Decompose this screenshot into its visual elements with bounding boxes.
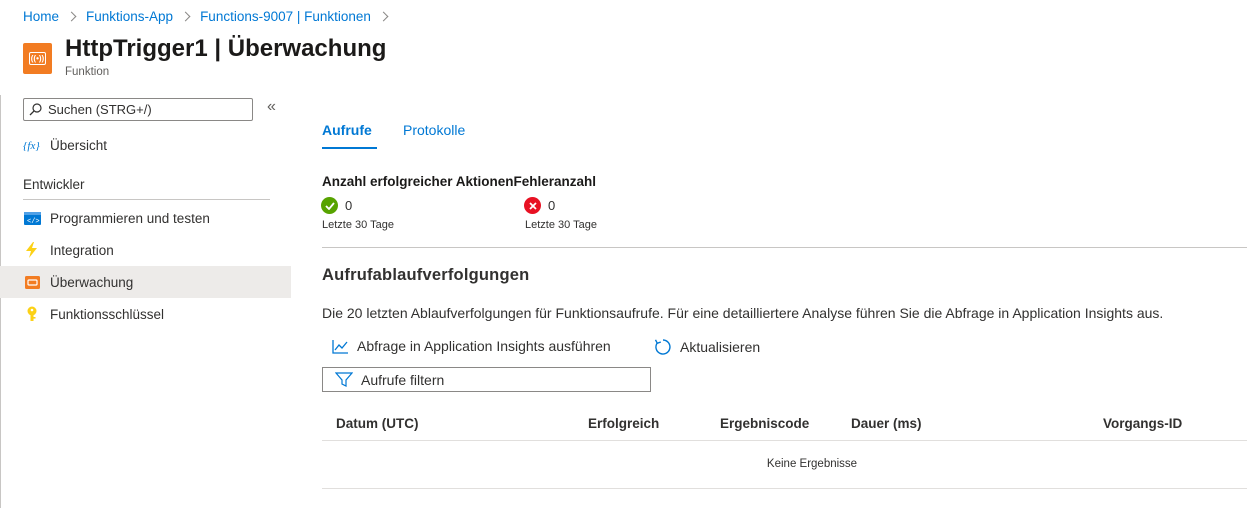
sidebar-section-developer: Entwickler bbox=[23, 177, 85, 192]
traces-title: Aufrufablaufverfolgungen bbox=[322, 266, 530, 284]
sidebar-search-input[interactable] bbox=[48, 102, 238, 117]
breadcrumb: Home Funktions-App Functions-9007 | Funk… bbox=[23, 9, 398, 24]
error-count-value: 0 bbox=[548, 198, 556, 213]
svg-text:{fx}: {fx} bbox=[23, 140, 40, 152]
run-query-button[interactable]: Abfrage in Application Insights ausführe… bbox=[332, 338, 611, 354]
success-count: 0 bbox=[321, 197, 352, 214]
error-count: 0 bbox=[524, 197, 555, 214]
column-header-success[interactable]: Erfolgreich bbox=[588, 416, 659, 431]
error-x-icon bbox=[524, 197, 541, 214]
sidebar-item-code-test[interactable]: </> Programmieren und testen bbox=[0, 202, 291, 234]
sidebar-item-overview[interactable]: {fx} Übersicht bbox=[0, 129, 291, 161]
page-title-function: HttpTrigger1 bbox=[65, 35, 208, 62]
sidebar-item-label: Übersicht bbox=[50, 137, 108, 153]
column-header-duration[interactable]: Dauer (ms) bbox=[851, 416, 922, 431]
table-header-divider bbox=[322, 440, 1247, 441]
page-title-blade: | Überwachung bbox=[207, 35, 387, 62]
tab-invocations[interactable]: Aufrufe bbox=[322, 122, 372, 138]
chart-line-icon bbox=[332, 339, 348, 354]
monitor-icon bbox=[23, 273, 41, 291]
refresh-icon bbox=[654, 339, 671, 355]
sidebar-item-label: Überwachung bbox=[50, 274, 134, 290]
refresh-label: Aktualisieren bbox=[680, 339, 761, 355]
filter-invocations-input[interactable] bbox=[361, 371, 641, 388]
sidebar-item-function-keys[interactable]: Funktionsschlüssel bbox=[0, 298, 291, 330]
sidebar-item-label: Funktionsschlüssel bbox=[50, 306, 165, 322]
filter-invocations[interactable] bbox=[322, 367, 651, 392]
key-icon bbox=[23, 305, 41, 323]
stats-divider bbox=[322, 247, 1247, 248]
collapse-sidebar-button[interactable]: « bbox=[267, 98, 276, 116]
breadcrumb-functions[interactable]: Functions-9007 | Funktionen bbox=[200, 9, 371, 24]
stats-header: Anzahl erfolgreicher AktionenFehleranzah… bbox=[322, 174, 597, 189]
lightning-icon bbox=[23, 241, 41, 259]
sidebar-divider bbox=[23, 199, 270, 200]
page-title: HttpTrigger1 | Überwachung bbox=[65, 35, 386, 63]
error-period: Letzte 30 Tage bbox=[525, 219, 597, 231]
page-subtitle: Funktion bbox=[65, 66, 110, 78]
success-count-value: 0 bbox=[345, 198, 353, 213]
chevron-right-icon bbox=[378, 11, 389, 22]
tab-logs[interactable]: Protokolle bbox=[403, 122, 465, 138]
run-query-label: Abfrage in Application Insights ausführe… bbox=[357, 338, 611, 354]
refresh-button[interactable]: Aktualisieren bbox=[654, 338, 760, 356]
traces-description: Die 20 letzten Ablaufverfolgungen für Fu… bbox=[322, 305, 1164, 321]
svg-text:</>: </> bbox=[27, 218, 40, 225]
column-header-date[interactable]: Datum (UTC) bbox=[336, 416, 419, 431]
empty-state-message: Keine Ergebnisse bbox=[766, 458, 858, 470]
column-header-operation-id[interactable]: Vorgangs-ID bbox=[1103, 416, 1182, 431]
sidebar-item-label: Integration bbox=[50, 242, 114, 258]
function-icon: {fx} bbox=[23, 136, 41, 154]
chevron-right-icon bbox=[180, 11, 191, 22]
search-icon bbox=[29, 103, 42, 116]
breadcrumb-function-app[interactable]: Funktions-App bbox=[86, 9, 173, 24]
filter-icon bbox=[335, 372, 353, 387]
success-check-icon bbox=[321, 197, 338, 214]
sidebar-item-label: Programmieren und testen bbox=[50, 210, 210, 226]
breadcrumb-home[interactable]: Home bbox=[23, 9, 59, 24]
code-icon: </> bbox=[23, 209, 41, 227]
function-monitor-icon: ((•)) bbox=[23, 43, 52, 74]
column-header-result-code[interactable]: Ergebniscode bbox=[720, 416, 809, 431]
tab-active-indicator bbox=[322, 147, 377, 149]
sidebar-item-integration[interactable]: Integration bbox=[0, 234, 291, 266]
success-period: Letzte 30 Tage bbox=[322, 219, 394, 231]
sidebar-item-monitoring[interactable]: Überwachung bbox=[0, 266, 291, 298]
sidebar-search[interactable] bbox=[23, 98, 253, 121]
table-bottom-border bbox=[322, 488, 1247, 489]
chevron-right-icon bbox=[66, 11, 77, 22]
